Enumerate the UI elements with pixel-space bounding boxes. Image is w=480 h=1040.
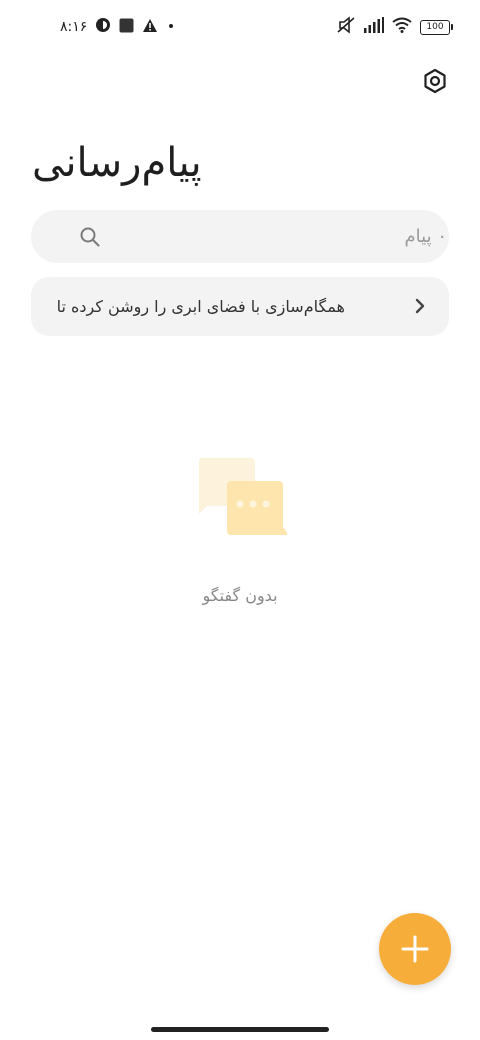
warning-icon bbox=[142, 18, 158, 37]
muted-icon bbox=[336, 16, 356, 38]
cloud-sync-text: همگام‌سازی با فضای ابری را روشن کرده تا bbox=[56, 297, 345, 316]
status-bar: ۸:۱۶ 100 bbox=[0, 0, 480, 56]
chevron-right-icon bbox=[415, 298, 425, 314]
chat-bubbles-icon bbox=[198, 458, 287, 535]
notification-badge-icon bbox=[95, 17, 111, 37]
cloud-sync-banner[interactable]: همگام‌سازی با فضای ابری را روشن کرده تا bbox=[31, 277, 449, 336]
settings-icon bbox=[424, 68, 446, 94]
dot-icon bbox=[166, 19, 176, 35]
settings-button[interactable] bbox=[418, 64, 452, 98]
plus-icon bbox=[401, 935, 429, 963]
search-bar[interactable] bbox=[31, 210, 449, 263]
search-icon bbox=[80, 227, 100, 247]
battery-icon: 100 bbox=[420, 19, 453, 35]
status-bar-right: 100 bbox=[336, 16, 453, 38]
page-title: پیام‌رسانی bbox=[32, 140, 202, 186]
square-app-icon bbox=[119, 18, 134, 37]
home-indicator[interactable] bbox=[151, 1027, 329, 1032]
status-bar-left: ۸:۱۶ bbox=[60, 16, 176, 38]
signal-icon bbox=[364, 17, 384, 37]
wifi-icon bbox=[392, 17, 412, 37]
search-input[interactable] bbox=[101, 210, 449, 263]
status-time: ۸:۱۶ bbox=[60, 19, 88, 35]
new-conversation-button[interactable] bbox=[379, 913, 451, 985]
empty-state-text: بدون گفتگو bbox=[202, 586, 278, 605]
